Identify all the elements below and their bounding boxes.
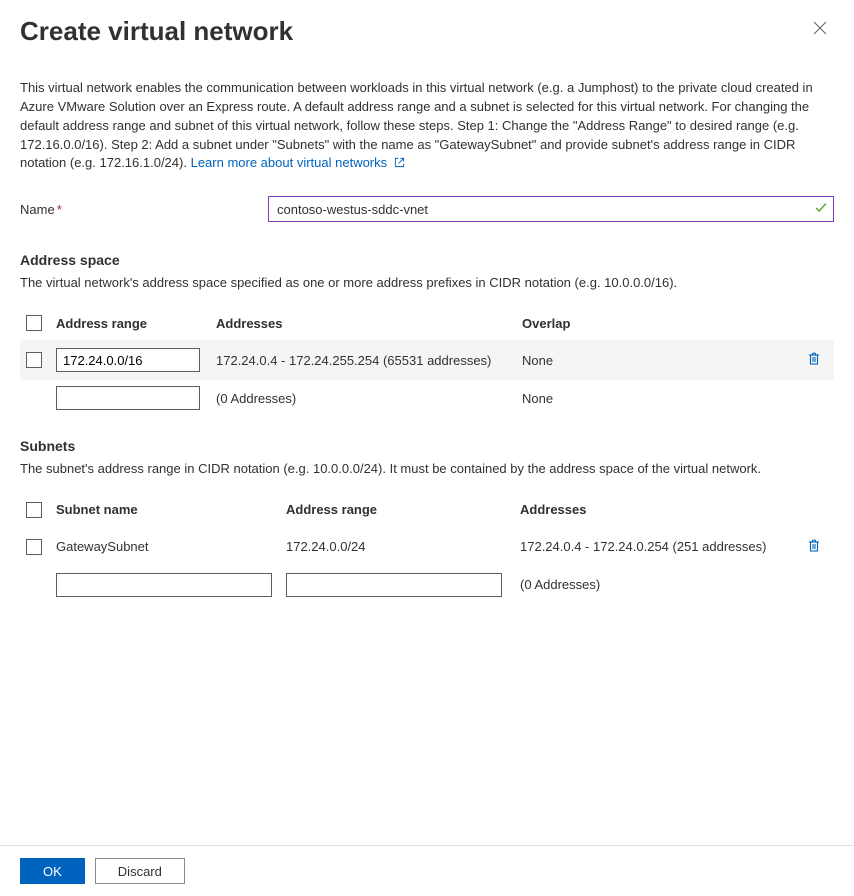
address-space-title: Address space	[20, 252, 834, 268]
required-indicator: *	[57, 202, 62, 217]
address-range-input-empty[interactable]	[56, 386, 200, 410]
address-select-all-checkbox[interactable]	[26, 315, 42, 331]
address-row-checkbox[interactable]	[26, 352, 42, 368]
delete-subnet-button[interactable]	[800, 533, 828, 561]
page-title: Create virtual network	[20, 16, 293, 47]
address-row-addresses-empty: (0 Addresses)	[216, 391, 522, 406]
col-subnet-range: Address range	[286, 502, 520, 517]
col-address-range: Address range	[56, 316, 216, 331]
col-overlap: Overlap	[522, 316, 794, 331]
description-text: This virtual network enables the communi…	[20, 79, 834, 174]
subnet-range-input[interactable]	[286, 573, 502, 597]
subnet-name-input[interactable]	[56, 573, 272, 597]
name-input[interactable]	[268, 196, 834, 222]
col-subnet-name: Subnet name	[56, 502, 286, 517]
subnets-title: Subnets	[20, 438, 834, 454]
subnets-desc: The subnet's address range in CIDR notat…	[20, 460, 834, 478]
subnet-select-all-checkbox[interactable]	[26, 502, 42, 518]
address-row: 172.24.0.4 - 172.24.255.254 (65531 addre…	[20, 340, 834, 380]
close-icon	[813, 21, 827, 40]
trash-icon	[807, 538, 821, 556]
address-space-desc: The virtual network's address space spec…	[20, 274, 834, 292]
close-button[interactable]	[806, 16, 834, 44]
col-addresses: Addresses	[216, 316, 522, 331]
subnet-row: GatewaySubnet 172.24.0.0/24 172.24.0.4 -…	[20, 527, 834, 567]
col-subnet-addresses: Addresses	[520, 502, 794, 517]
discard-button[interactable]: Discard	[95, 858, 185, 884]
ok-button[interactable]: OK	[20, 858, 85, 884]
learn-more-label: Learn more about virtual networks	[191, 155, 388, 170]
description-body: This virtual network enables the communi…	[20, 80, 813, 170]
subnet-row-addresses: 172.24.0.4 - 172.24.0.254 (251 addresses…	[520, 539, 794, 554]
address-row-addresses: 172.24.0.4 - 172.24.255.254 (65531 addre…	[216, 353, 522, 368]
address-row-overlap-empty: None	[522, 391, 794, 406]
learn-more-link[interactable]: Learn more about virtual networks	[191, 155, 405, 170]
subnet-row-addresses-empty: (0 Addresses)	[520, 577, 794, 592]
subnet-row-empty: (0 Addresses)	[20, 567, 834, 603]
external-link-icon	[394, 155, 405, 174]
subnet-row-range: 172.24.0.0/24	[286, 539, 520, 554]
name-label: Name*	[20, 202, 268, 217]
subnet-row-checkbox[interactable]	[26, 539, 42, 555]
address-range-input[interactable]	[56, 348, 200, 372]
subnet-row-name: GatewaySubnet	[56, 539, 286, 554]
delete-address-button[interactable]	[800, 346, 828, 374]
address-row-overlap: None	[522, 353, 794, 368]
trash-icon	[807, 351, 821, 369]
address-row-empty: (0 Addresses) None	[20, 380, 834, 416]
